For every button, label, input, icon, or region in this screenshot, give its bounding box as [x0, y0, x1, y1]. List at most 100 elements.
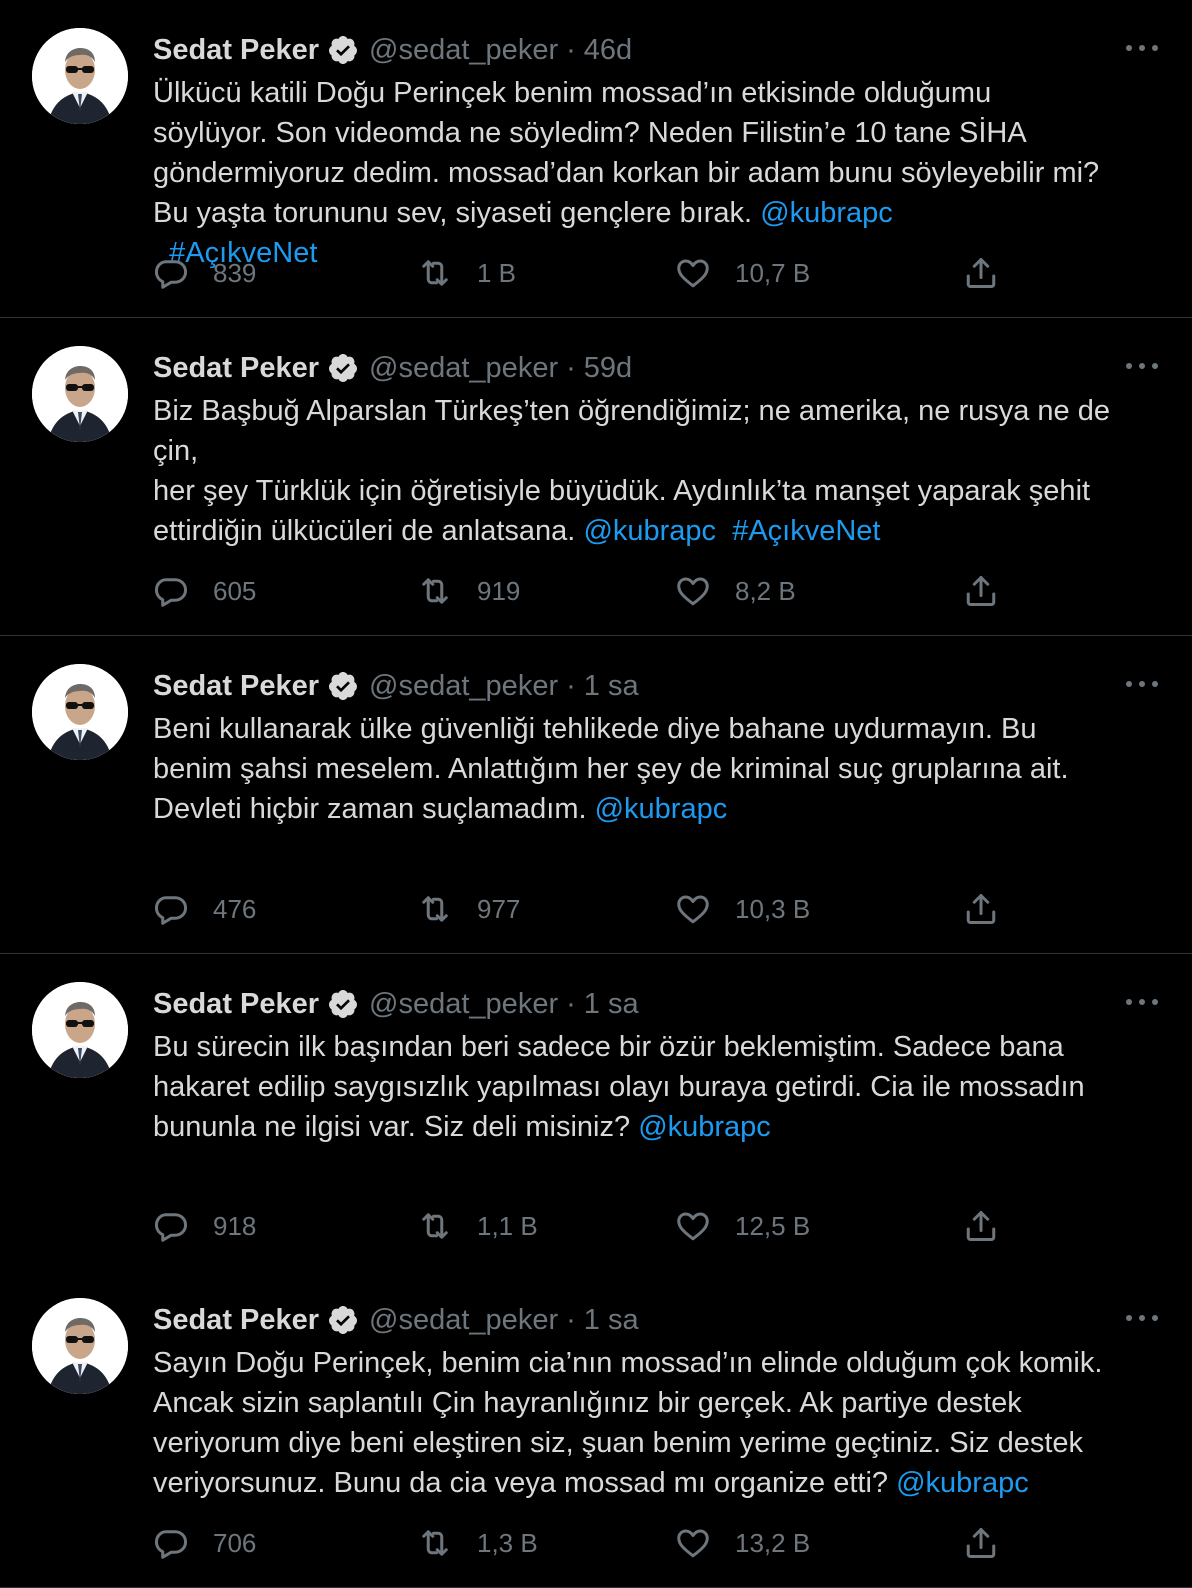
- tweet-text-line: veriyorsunuz. Bunu da cia veya mossad mı…: [153, 1463, 1173, 1503]
- profile-photo: [32, 982, 128, 1078]
- avatar[interactable]: [32, 1298, 128, 1394]
- retweet-button[interactable]: 919: [417, 571, 520, 611]
- like-button[interactable]: 12,5 B: [675, 1206, 810, 1246]
- retweet-button[interactable]: 1 B: [417, 253, 516, 293]
- author-handle[interactable]: @sedat_peker: [369, 34, 558, 67]
- like-button[interactable]: 10,7 B: [675, 253, 810, 293]
- timestamp[interactable]: 1 sa: [584, 1304, 639, 1337]
- share-button[interactable]: [963, 1206, 999, 1246]
- author-handle[interactable]: @sedat_peker: [369, 1304, 558, 1337]
- author-name[interactable]: Sedat Peker: [153, 670, 319, 703]
- tweet-text-segment: Ülkücü katili Doğu Perinçek benim mossad…: [153, 77, 992, 109]
- timestamp[interactable]: 1 sa: [584, 670, 639, 703]
- mention-link[interactable]: @kubrapc: [896, 1467, 1029, 1499]
- heart-icon: [677, 577, 709, 606]
- like-count: 12,5 B: [735, 1210, 811, 1241]
- timeline: Sedat Peker @sedat_peker · 46d Ülkücü ka…: [0, 0, 1192, 1588]
- avatar[interactable]: [32, 664, 128, 760]
- avatar[interactable]: [32, 28, 128, 124]
- reply-button[interactable]: 476: [153, 889, 256, 929]
- tweet[interactable]: Sedat Peker @sedat_peker · 1 sa Beni kul…: [0, 636, 1192, 954]
- mention-link[interactable]: @kubrapc: [583, 515, 716, 547]
- reply-button[interactable]: 605: [153, 571, 256, 611]
- more-options-ellipsis-icon[interactable]: [1126, 34, 1158, 62]
- like-button[interactable]: 13,2 B: [675, 1523, 810, 1563]
- retweet-arrows-icon: [422, 1530, 448, 1556]
- profile-photo: [32, 664, 128, 760]
- tweet-text-line: veriyorum diye beni eleştiren siz, şuan …: [153, 1423, 1173, 1463]
- more-options-ellipsis-icon[interactable]: [1126, 670, 1158, 698]
- tweet-text-segment: Beni kullanarak ülke güvenliği tehlikede…: [153, 713, 1037, 745]
- timestamp[interactable]: 59d: [584, 352, 632, 385]
- share-button[interactable]: [963, 253, 999, 293]
- tweet[interactable]: Sedat Peker @sedat_peker · 59d Biz Başbu…: [0, 318, 1192, 636]
- like-button[interactable]: 10,3 B: [675, 889, 810, 929]
- share-upload-icon: [966, 258, 996, 288]
- tweet[interactable]: Sedat Peker @sedat_peker · 1 sa Sayın Do…: [0, 1270, 1192, 1588]
- timestamp[interactable]: 1 sa: [584, 988, 639, 1021]
- hashtag-link[interactable]: #AçıkveNet: [732, 515, 880, 547]
- author-handle[interactable]: @sedat_peker: [369, 670, 558, 703]
- retweet-button[interactable]: 1,1 B: [417, 1206, 538, 1246]
- tweet-text-line: Ülkücü katili Doğu Perinçek benim mossad…: [153, 73, 1173, 113]
- tweet-text-segment: çin,: [153, 435, 199, 467]
- tweet-text: Sayın Doğu Perinçek, benim cia’nın mossa…: [153, 1343, 1173, 1503]
- avatar[interactable]: [32, 346, 128, 442]
- reply-button[interactable]: 918: [153, 1206, 256, 1246]
- share-button[interactable]: [963, 571, 999, 611]
- share-button[interactable]: [963, 889, 999, 929]
- author-name[interactable]: Sedat Peker: [153, 1304, 319, 1337]
- tweet-text: Ülkücü katili Doğu Perinçek benim mossad…: [153, 73, 1173, 273]
- author-name[interactable]: Sedat Peker: [153, 352, 319, 385]
- tweet-text-line: söylüyor. Son videomda ne söyledim? Nede…: [153, 113, 1173, 153]
- separator-dot: ·: [566, 33, 576, 66]
- author-name[interactable]: Sedat Peker: [153, 988, 319, 1021]
- tweet-text-segment: göndermiyoruz dedim. mossad’dan korkan b…: [153, 157, 1100, 189]
- mention-link[interactable]: @kubrapc: [595, 793, 728, 825]
- retweet-count: 1,1 B: [477, 1210, 538, 1241]
- tweet-text-segment: benim şahsi meselem. Anlattığım her şey …: [153, 753, 1069, 785]
- tweet[interactable]: Sedat Peker @sedat_peker · 1 sa Bu sürec…: [0, 954, 1192, 1270]
- like-count: 13,2 B: [735, 1527, 811, 1558]
- retweet-arrows-icon: [422, 578, 448, 604]
- share-button[interactable]: [963, 1523, 999, 1563]
- speech-bubble-icon: [154, 578, 188, 607]
- like-count: 10,3 B: [735, 893, 811, 924]
- tweet-text-segment: Devleti hiçbir zaman suçlamadım.: [153, 793, 595, 825]
- tweet-text-line: benim şahsi meselem. Anlattığım her şey …: [153, 749, 1173, 789]
- avatar[interactable]: [32, 982, 128, 1078]
- profile-photo: [32, 1298, 128, 1394]
- share-upload-icon: [966, 1211, 996, 1241]
- tweet-header: Sedat Peker @sedat_peker · 1 sa: [153, 984, 639, 1024]
- timestamp[interactable]: 46d: [584, 34, 632, 67]
- author-handle[interactable]: @sedat_peker: [369, 352, 558, 385]
- more-options-ellipsis-icon[interactable]: [1126, 1304, 1158, 1332]
- tweet-text-line: her şey Türklük için öğretisiyle büyüdük…: [153, 471, 1173, 511]
- tweet-text-segment: ettirdiğin ülkücüleri de anlatsana.: [153, 515, 584, 547]
- separator-dot: ·: [566, 987, 576, 1020]
- author-name[interactable]: Sedat Peker: [153, 34, 319, 67]
- tweet-text-line: göndermiyoruz dedim. mossad’dan korkan b…: [153, 153, 1173, 193]
- tweet[interactable]: Sedat Peker @sedat_peker · 46d Ülkücü ka…: [0, 0, 1192, 318]
- retweet-button[interactable]: 1,3 B: [417, 1523, 538, 1563]
- tweet-header: Sedat Peker @sedat_peker · 46d: [153, 30, 632, 70]
- tweet-text-line: Ancak sizin saplantılı Çin hayranlığınız…: [153, 1383, 1173, 1423]
- mention-link[interactable]: @kubrapc: [760, 197, 893, 229]
- tweet-text-line: Biz Başbuğ Alparslan Türkeş’ten öğrendiğ…: [153, 391, 1173, 431]
- mention-link[interactable]: @kubrapc: [638, 1111, 771, 1143]
- reply-button[interactable]: 839: [153, 253, 256, 293]
- more-options-ellipsis-icon[interactable]: [1126, 988, 1158, 1016]
- tweet-text: Beni kullanarak ülke güvenliği tehlikede…: [153, 709, 1173, 829]
- author-handle[interactable]: @sedat_peker: [369, 988, 558, 1021]
- tweet-text-segment: söylüyor. Son videomda ne söyledim? Nede…: [153, 117, 1027, 149]
- reply-count: 706: [213, 1527, 257, 1558]
- tweet-text-line: çin,: [153, 431, 1173, 471]
- speech-bubble-icon: [154, 1530, 188, 1559]
- reply-button[interactable]: 706: [153, 1523, 256, 1563]
- tweet-text-line: Beni kullanarak ülke güvenliği tehlikede…: [153, 709, 1173, 749]
- heart-icon: [677, 259, 709, 288]
- more-options-ellipsis-icon[interactable]: [1126, 352, 1158, 380]
- like-button[interactable]: 8,2 B: [675, 571, 796, 611]
- retweet-button[interactable]: 977: [417, 889, 520, 929]
- tweet-text-line: Bu sürecin ilk başından beri sadece bir …: [153, 1027, 1173, 1067]
